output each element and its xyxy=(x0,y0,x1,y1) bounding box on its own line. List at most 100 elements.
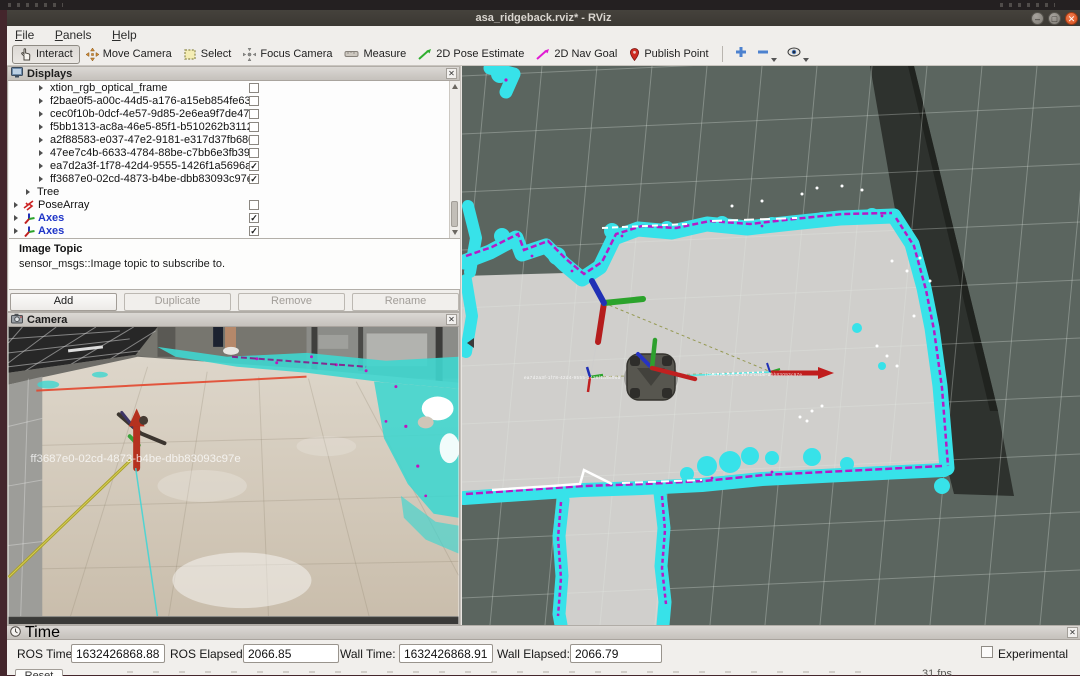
chevron-down-icon xyxy=(803,58,809,62)
time-close-icon[interactable]: ✕ xyxy=(1067,627,1078,638)
tool-properties-button[interactable] xyxy=(782,43,814,65)
displays-panel-header[interactable]: Displays ✕ xyxy=(8,67,459,81)
tree-row[interactable]: Axes xyxy=(9,212,460,225)
row-checkbox[interactable] xyxy=(249,122,259,132)
select-icon xyxy=(184,48,197,61)
row-checkbox[interactable] xyxy=(249,226,259,236)
row-checkbox[interactable] xyxy=(249,148,259,158)
main-area: Displays ✕ xtion_rgb_optical_frame f2bae… xyxy=(7,66,1080,625)
scrollbar-thumb[interactable] xyxy=(451,201,458,227)
row-checkbox[interactable] xyxy=(249,213,259,223)
minus-icon xyxy=(757,45,769,63)
tool-2d-pose-estimate[interactable]: 2D Pose Estimate xyxy=(412,46,530,62)
window-title: asa_ridgeback.rviz* - RViz xyxy=(7,10,1080,26)
tool-measure[interactable]: Measure xyxy=(338,46,412,62)
eye-icon xyxy=(787,45,801,63)
experimental-label: Experimental xyxy=(998,647,1068,661)
add-button[interactable]: Add xyxy=(10,293,117,311)
minimize-button[interactable]: – xyxy=(1031,12,1044,25)
row-checkbox[interactable] xyxy=(249,135,259,145)
scroll-down-icon[interactable] xyxy=(452,230,458,235)
tree-row[interactable]: a2f88583-e037-47e2-9181-e317d37fb680 xyxy=(9,134,460,147)
toolbar: Interact Move Camera Select Focus Camera… xyxy=(7,43,1080,66)
tool-move-camera[interactable]: Move Camera xyxy=(80,46,178,63)
wall-elapsed-input[interactable] xyxy=(570,644,662,663)
experimental-checkbox[interactable] xyxy=(981,646,993,658)
ros-elapsed-input[interactable] xyxy=(243,644,339,663)
focus-camera-icon xyxy=(243,48,256,61)
add-tool-button[interactable] xyxy=(730,43,752,65)
camera-panel: Camera ✕ xyxy=(7,312,460,625)
duplicate-button[interactable]: Duplicate xyxy=(124,293,231,311)
row-checkbox[interactable] xyxy=(249,200,259,210)
ros-time-input[interactable] xyxy=(71,644,165,663)
tool-interact[interactable]: Interact xyxy=(12,45,80,64)
rviz-window: asa_ridgeback.rviz* - RViz – □ ✕ File Pa… xyxy=(7,10,1080,675)
menu-panels[interactable]: Panels xyxy=(47,27,100,44)
displays-tree: xtion_rgb_optical_frame f2bae0f5-a00c-44… xyxy=(9,81,460,238)
tree-scrollbar[interactable] xyxy=(449,81,460,238)
tree-row[interactable]: Tree xyxy=(9,186,460,199)
displays-button-row: Add Duplicate Remove Rename xyxy=(9,293,460,311)
tree-row[interactable]: ff3687e0-02cd-4873-b4be-dbb83093c97e xyxy=(9,173,460,186)
tree-row[interactable]: f2bae0f5-a00c-44d5-a176-a15eb854fe63 xyxy=(9,95,460,108)
maximize-button[interactable]: □ xyxy=(1048,12,1061,25)
3d-viewport[interactable]: ea7d2a3f-1f78-42d4-9555-1426f1a5696a ff3… xyxy=(462,66,1080,625)
remove-tool-button[interactable] xyxy=(752,43,782,65)
tree-row[interactable]: ea7d2a3f-1f78-42d4-9555-1426f1a5696a xyxy=(9,160,460,173)
system-indicators-left xyxy=(8,3,63,7)
description-title: Image Topic xyxy=(19,243,82,255)
row-checkbox[interactable] xyxy=(249,83,259,93)
description-body: sensor_msgs::Image topic to subscribe to… xyxy=(19,258,225,270)
window-titlebar[interactable]: asa_ridgeback.rviz* - RViz – □ ✕ xyxy=(7,10,1080,26)
tree-row[interactable]: cec0f10b-0dcf-4e57-9d85-2e6ea9f7de47 xyxy=(9,108,460,121)
move-camera-icon xyxy=(86,48,99,61)
frame-label-goal: ff3687e0-02cd-4873-b4be-dbb83093c97e xyxy=(705,372,802,377)
frame-label-small-axes: ea7d2a3f-1f78-42d4-9555-1426f1a5696a xyxy=(524,375,621,380)
desktop-background xyxy=(0,10,7,675)
tree-row[interactable]: 47ee7c4b-6633-4784-88be-c7bb6e3fb39e xyxy=(9,147,460,160)
nav-goal-arrow-icon xyxy=(536,48,550,60)
tool-publish-point[interactable]: Publish Point xyxy=(623,46,714,63)
row-checkbox[interactable] xyxy=(249,174,259,184)
measure-icon xyxy=(344,49,359,59)
camera-panel-title: Camera xyxy=(27,314,67,326)
tree-row[interactable]: Axes xyxy=(9,225,460,238)
property-description: Image Topic sensor_msgs::Image topic to … xyxy=(9,238,460,290)
camera-panel-header[interactable]: Camera ✕ xyxy=(8,313,459,327)
tool-focus-camera[interactable]: Focus Camera xyxy=(237,46,338,63)
wall-time-label: Wall Time: xyxy=(340,647,396,661)
status-message xyxy=(127,671,877,673)
menu-help[interactable]: Help xyxy=(104,27,145,44)
menu-file[interactable]: File xyxy=(7,27,42,44)
displays-close-icon[interactable]: ✕ xyxy=(446,68,457,79)
tree-row[interactable]: xtion_rgb_optical_frame xyxy=(9,82,460,95)
clock-icon xyxy=(10,624,21,642)
camera-close-icon[interactable]: ✕ xyxy=(446,314,457,325)
row-checkbox[interactable] xyxy=(249,109,259,119)
system-top-strip xyxy=(0,0,1080,10)
camera-viewport[interactable]: ff3687e0-02cd-4873-b4be-dbb83093c97e xyxy=(8,327,459,624)
tree-row[interactable]: f5bb1313-ac8a-46e5-85f1-b510262b3112 xyxy=(9,121,460,134)
remove-button[interactable]: Remove xyxy=(238,293,345,311)
camera-icon xyxy=(11,311,23,329)
scroll-up-icon[interactable] xyxy=(452,84,458,89)
system-indicators-right xyxy=(1000,3,1055,7)
ros-elapsed-label: ROS Elapsed: xyxy=(170,647,246,661)
rename-button[interactable]: Rename xyxy=(352,293,459,311)
tool-select[interactable]: Select xyxy=(178,46,238,63)
row-checkbox[interactable] xyxy=(249,96,259,106)
hand-icon xyxy=(19,48,32,61)
tool-2d-nav-goal[interactable]: 2D Nav Goal xyxy=(530,46,623,62)
camera-frame-label: ff3687e0-02cd-4873-b4be-dbb83093c97e xyxy=(30,453,240,465)
ros-time-label: ROS Time: xyxy=(17,647,76,661)
wall-time-input[interactable] xyxy=(399,644,493,663)
camera-left-margin xyxy=(9,377,43,624)
row-checkbox[interactable] xyxy=(249,161,259,171)
tree-row[interactable]: PoseArray xyxy=(9,199,460,212)
axes-icon xyxy=(23,226,35,238)
time-panel-title: Time xyxy=(25,624,60,642)
close-button[interactable]: ✕ xyxy=(1065,12,1078,25)
publish-point-pin-icon xyxy=(629,48,640,61)
time-panel-header[interactable]: Time ✕ xyxy=(7,626,1080,640)
